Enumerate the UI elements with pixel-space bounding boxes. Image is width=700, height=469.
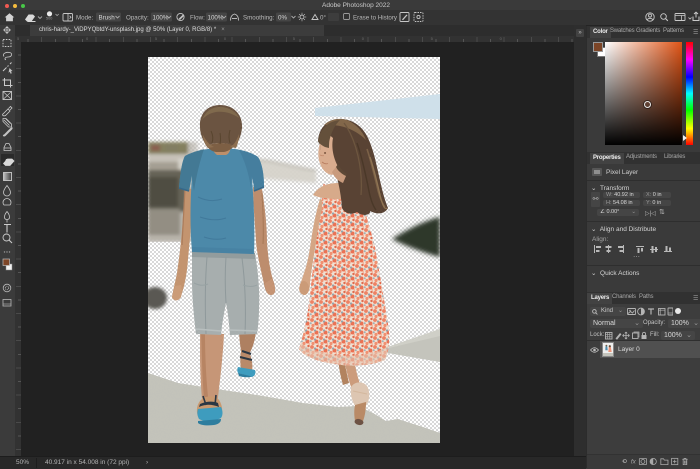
svg-text:Mode:: Mode: xyxy=(76,15,93,22)
svg-text:Brush: Brush xyxy=(99,15,116,22)
svg-text:Opacity:: Opacity: xyxy=(126,15,149,22)
svg-text:Erase to History: Erase to History xyxy=(353,15,398,22)
svg-text:100%: 100% xyxy=(153,15,169,22)
svg-text:fx: fx xyxy=(631,459,637,466)
svg-text:Smoothing:: Smoothing: xyxy=(243,15,275,22)
svg-text:0%: 0% xyxy=(278,15,287,22)
svg-text:0°: 0° xyxy=(320,15,326,22)
svg-text:500: 500 xyxy=(46,17,52,21)
svg-text:Flow:: Flow: xyxy=(190,15,205,22)
svg-text:100%: 100% xyxy=(208,15,224,22)
